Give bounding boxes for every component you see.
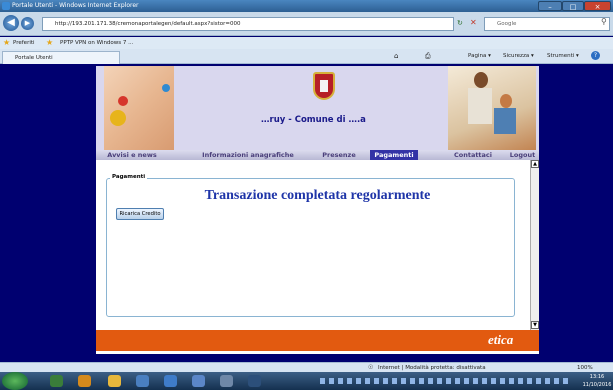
site-banner: …ruy - Comune di ….a <box>96 66 539 150</box>
red-balloon <box>118 96 128 106</box>
taskbar-app-icon[interactable] <box>192 375 205 387</box>
ie-icon <box>2 2 10 10</box>
menu-strumenti[interactable]: Strumenti ▾ <box>547 49 579 64</box>
tab-bar: Portale Utenti ⌂ ⎙ Pagina ▾ Sicurezza ▾ … <box>0 49 613 64</box>
menu-pagina[interactable]: Pagina ▾ <box>468 49 491 64</box>
favorites-bar: ★ Preferiti ★ PPTP VPN on Windows 7 ... <box>0 37 613 49</box>
system-tray-icons[interactable] <box>320 378 570 384</box>
ricarica-credito-button[interactable]: Ricarica Credito <box>116 208 164 220</box>
close-button[interactable]: × <box>584 1 611 11</box>
status-bar: ☉ Internet | Modalità protetta: disattiv… <box>0 362 613 372</box>
minimize-button[interactable]: – <box>538 1 562 11</box>
woman-head <box>474 72 488 88</box>
clock-time: 13:16 <box>589 374 605 380</box>
add-favorite-icon[interactable]: ★ <box>46 37 53 49</box>
yellow-balloon <box>110 110 126 126</box>
back-icon[interactable]: ◀ <box>3 15 19 31</box>
coat-of-arms-tower <box>320 80 328 92</box>
menu-logout[interactable]: Logout <box>506 150 539 160</box>
search-input[interactable]: Google <box>484 17 610 31</box>
banner-photo-family <box>448 66 536 150</box>
internet-explorer-icon[interactable] <box>164 375 177 387</box>
menu-sicurezza[interactable]: Sicurezza ▾ <box>503 49 534 64</box>
maximize-button[interactable]: □ <box>562 1 584 11</box>
forward-icon[interactable]: ▶ <box>21 17 34 30</box>
taskbar-app-icon[interactable] <box>220 375 233 387</box>
favorites-button[interactable]: Preferiti <box>13 37 35 49</box>
coat-of-arms-icon <box>313 72 335 100</box>
home-icon[interactable]: ⌂ <box>394 49 398 64</box>
taskbar-app-icon[interactable] <box>248 375 261 387</box>
site-footer <box>96 330 539 351</box>
banner-title: …ruy - Comune di ….a <box>261 115 366 125</box>
child-head <box>500 94 512 108</box>
menu-contattaci[interactable]: Contattaci <box>448 150 498 160</box>
scroll-down-icon[interactable]: ▼ <box>531 321 539 329</box>
clock-date: 11/10/2016 <box>582 382 612 388</box>
banner-photo-girl <box>104 66 174 150</box>
folder-icon[interactable] <box>108 375 121 387</box>
blue-balloon <box>162 84 170 92</box>
menu-pagamenti[interactable]: Pagamenti <box>370 150 418 160</box>
taskbar: 13:16 11/10/2016 <box>0 372 613 390</box>
woman-figure <box>468 88 492 124</box>
vertical-scrollbar[interactable]: ▲ ▼ <box>530 160 539 330</box>
window-title-bar: Portale Utenti - Windows Internet Explor… <box>0 0 613 12</box>
taskbar-app-icon[interactable] <box>50 375 63 387</box>
taskbar-app-icon[interactable] <box>136 375 149 387</box>
navigation-bar: ◀ ▶ http://193.201.171.38/cremonaportale… <box>0 12 613 36</box>
refresh-icon[interactable]: ↻ <box>457 19 463 27</box>
favorite-link-pptp[interactable]: PPTP VPN on Windows 7 ... <box>60 37 133 49</box>
taskbar-app-icon[interactable] <box>78 375 91 387</box>
search-icon[interactable]: ⚲ <box>601 17 607 26</box>
start-button[interactable] <box>2 372 28 390</box>
menu-presenze[interactable]: Presenze <box>314 150 364 160</box>
site-menu-bar: Avvisi e news Informazioni anagrafiche P… <box>96 150 539 160</box>
transaction-heading: Transazione completata regolarmente <box>204 188 431 203</box>
tab-portale-utenti[interactable]: Portale Utenti <box>2 51 120 64</box>
scroll-up-icon[interactable]: ▲ <box>531 160 539 168</box>
taskbar-clock[interactable]: 13:16 11/10/2016 <box>582 373 612 389</box>
menu-avvisi-news[interactable]: Avvisi e news <box>96 150 168 160</box>
window-title: Portale Utenti - Windows Internet Explor… <box>12 2 139 9</box>
menu-informazioni-anagrafiche[interactable]: Informazioni anagrafiche <box>188 150 308 160</box>
panel-legend: Pagamenti <box>110 174 148 180</box>
stop-icon[interactable]: ✕ <box>470 18 477 27</box>
print-icon[interactable]: ⎙ <box>425 49 431 64</box>
help-icon[interactable]: ? <box>591 51 600 60</box>
favorites-star-icon: ★ <box>3 38 11 47</box>
address-input[interactable]: http://193.201.171.38/cremonaportalegen/… <box>42 17 454 31</box>
etica-logo: etica <box>488 332 514 347</box>
child-figure <box>494 108 516 134</box>
